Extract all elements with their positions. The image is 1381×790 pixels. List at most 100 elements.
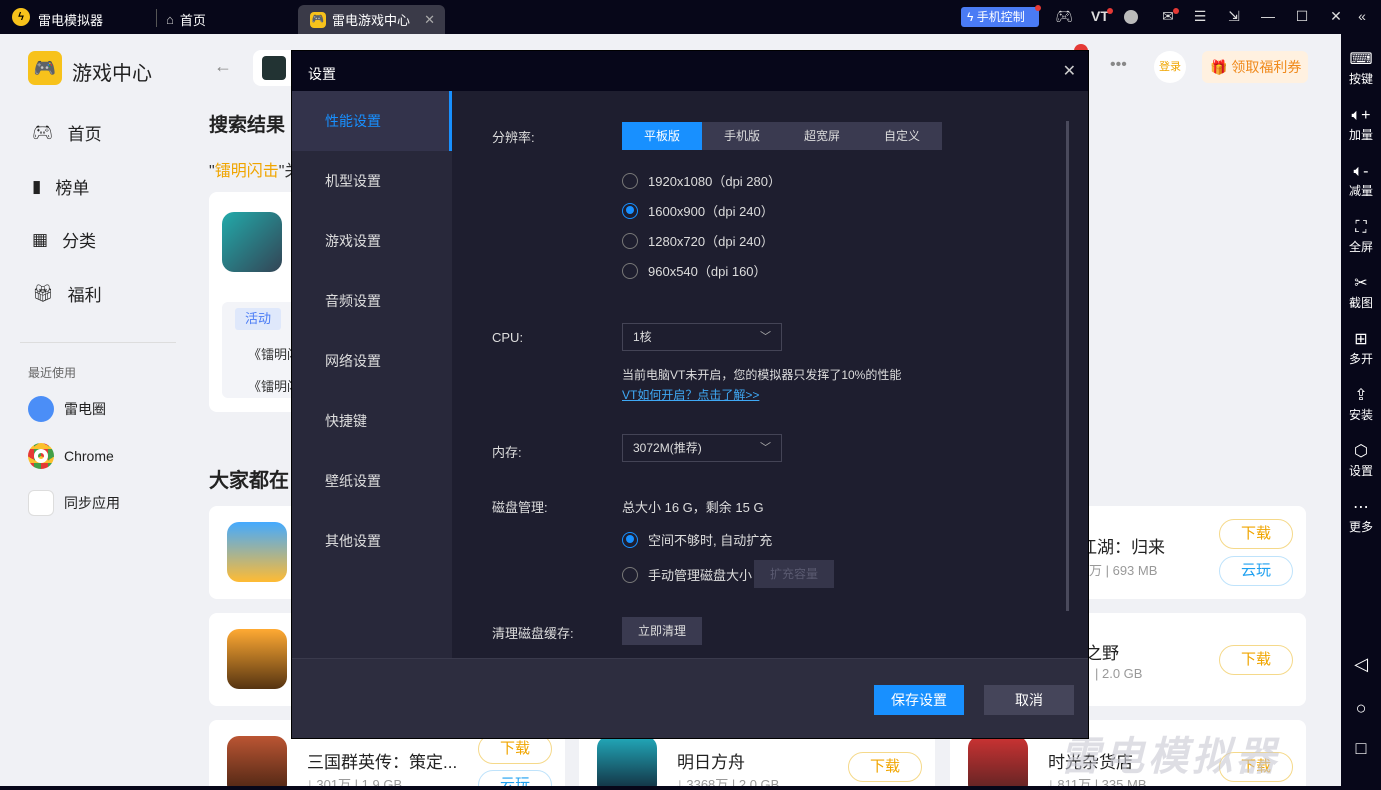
menu-other[interactable]: 其他设置 xyxy=(292,511,452,571)
resolution-tabs: 平板版 手机版 超宽屏 自定义 xyxy=(622,122,942,150)
volume-down-button[interactable]: 🔈︎- 减量 xyxy=(1341,162,1381,199)
install-apk-button[interactable]: ⇪ 安装 xyxy=(1341,386,1381,423)
tab-tablet[interactable]: 平板版 xyxy=(622,122,702,150)
recent-item-sync[interactable]: 同步应用 xyxy=(28,490,120,516)
performance-settings: 分辨率: 平板版 手机版 超宽屏 自定义 1920x1080（dpi 280） … xyxy=(452,91,1088,658)
resolution-option[interactable]: 960x540（dpi 160） xyxy=(622,261,767,280)
sidebar-item-welfare[interactable]: 🎁︎ 福利 xyxy=(32,281,102,306)
radio-button-selected[interactable] xyxy=(622,202,638,219)
home-button[interactable]: ○ xyxy=(1341,698,1381,719)
collapse-icon[interactable]: « xyxy=(1352,8,1372,26)
tab-ultrawide[interactable]: 超宽屏 xyxy=(782,122,862,150)
close-icon[interactable]: ✕ xyxy=(1326,8,1346,26)
phone-control-button[interactable]: ϟ 手机控制 xyxy=(961,7,1039,27)
save-button[interactable]: 保存设置 xyxy=(874,685,964,715)
cloud-play-button[interactable]: 云玩 xyxy=(1219,556,1293,586)
sidebar-item-home[interactable]: 🎮︎ 首页 xyxy=(32,120,102,145)
close-tab-icon[interactable]: ✕ xyxy=(424,12,435,28)
recents-button[interactable]: □ xyxy=(1341,738,1381,759)
cpu-select[interactable]: 1核 ﹀ xyxy=(622,323,782,351)
home-icon: ⌂ xyxy=(166,12,174,27)
menu-wallpaper[interactable]: 壁纸设置 xyxy=(292,451,452,511)
radio-button[interactable] xyxy=(622,566,638,583)
cancel-button[interactable]: 取消 xyxy=(984,685,1074,715)
download-button[interactable]: 下载 xyxy=(1219,645,1293,675)
settings-button[interactable]: ⬡ 设置 xyxy=(1341,442,1381,479)
resolution-option[interactable]: 1600x900（dpi 240） xyxy=(622,201,774,220)
recent-label: 最近使用 xyxy=(28,366,77,380)
coupon-button[interactable]: 🎁 领取福利券 xyxy=(1202,51,1308,83)
expand-capacity-button[interactable]: 扩充容量 xyxy=(754,560,834,588)
keymap-button[interactable]: ⌨ 按键 xyxy=(1341,50,1381,87)
radio-button[interactable] xyxy=(622,172,638,189)
download-button[interactable]: 下载 xyxy=(1219,519,1293,549)
sidebar-item-category[interactable]: ▦ 分类 xyxy=(32,227,96,252)
radio-button[interactable] xyxy=(622,232,638,249)
recent-item-label: 雷电圈 xyxy=(64,401,106,417)
tab-phone[interactable]: 手机版 xyxy=(702,122,782,150)
keyboard-icon: ⌨ xyxy=(1349,51,1373,68)
maximize-icon[interactable]: ☐ xyxy=(1292,8,1312,26)
menu-audio[interactable]: 音频设置 xyxy=(292,271,452,331)
fullscreen-button[interactable]: ⛶ 全屏 xyxy=(1341,218,1381,255)
sidebar-item-label: 福利 xyxy=(67,286,102,305)
radio-button[interactable] xyxy=(622,262,638,279)
resolution-option[interactable]: 1280x720（dpi 240） xyxy=(622,231,774,250)
toolbar-label: 更多 xyxy=(1348,520,1373,534)
tab-game-center[interactable]: 🎮 雷电游戏中心 ✕ xyxy=(298,5,445,34)
gamepad-icon: 🎮︎ xyxy=(32,122,54,142)
tab-home-label: 首页 xyxy=(179,13,206,28)
download-button[interactable]: 下载 xyxy=(848,752,922,782)
toolbar-label: 按键 xyxy=(1348,72,1373,86)
toolbar-label: 截图 xyxy=(1348,296,1373,310)
game-icon xyxy=(227,736,287,786)
divider xyxy=(20,342,176,343)
dialog-title: 设置 xyxy=(308,66,336,82)
more-icon[interactable]: ••• xyxy=(1110,56,1127,74)
login-button[interactable]: 登录 xyxy=(1154,51,1186,83)
toolbar-label: 全屏 xyxy=(1348,240,1373,254)
more-button[interactable]: ⋯ 更多 xyxy=(1341,498,1381,535)
menu-model[interactable]: 机型设置 xyxy=(292,151,452,211)
back-button[interactable]: ◁ xyxy=(1341,654,1381,675)
app-logo-icon: ϟ xyxy=(12,8,30,26)
recents-square-icon: □ xyxy=(1355,738,1367,758)
back-arrow-icon[interactable]: ← xyxy=(214,56,232,77)
recent-item-chrome[interactable]: Chrome xyxy=(28,443,114,469)
clear-cache-button[interactable]: 立即清理 xyxy=(622,617,702,645)
resize-icon[interactable]: ⇲ xyxy=(1224,8,1244,26)
radio-button-selected[interactable] xyxy=(622,531,638,548)
dialog-header: 设置 ✕ xyxy=(292,51,1088,91)
menu-shortcuts[interactable]: 快捷键 xyxy=(292,391,452,451)
menu-network[interactable]: 网络设置 xyxy=(292,331,452,391)
volume-down-icon: 🔈︎- xyxy=(1353,163,1369,180)
chrome-icon xyxy=(28,443,54,469)
sidebar-item-ranking[interactable]: ▮ 榜单 xyxy=(32,174,89,199)
minimize-icon[interactable]: — xyxy=(1258,8,1278,26)
tab-custom[interactable]: 自定义 xyxy=(862,122,942,150)
gamepad-icon[interactable]: 🎮︎ xyxy=(1054,8,1074,26)
disk-manual-option[interactable]: 手动管理磁盘大小 xyxy=(622,565,752,584)
memory-select[interactable]: 3072M(推荐) ﹀ xyxy=(622,434,782,462)
menu-game[interactable]: 游戏设置 xyxy=(292,211,452,271)
disk-label: 磁盘管理: xyxy=(492,500,548,515)
disk-auto-option[interactable]: 空间不够时, 自动扩充 xyxy=(622,530,772,549)
game-name: 江湖：归来 xyxy=(1080,538,1165,557)
game-icon xyxy=(968,736,1028,786)
close-icon[interactable]: ✕ xyxy=(1063,61,1076,81)
gamepad-icon: 🎮 xyxy=(310,11,326,28)
screenshot-button[interactable]: ✂ 截图 xyxy=(1341,274,1381,311)
tab-home[interactable]: ⌂ 首页 xyxy=(166,5,206,34)
resolution-option[interactable]: 1920x1080（dpi 280） xyxy=(622,171,781,190)
cloud-play-button[interactable]: 云玩 xyxy=(478,770,552,786)
recent-item-leidianquan[interactable]: 雷电圈 xyxy=(28,396,106,422)
volume-up-button[interactable]: 🔈︎+ 加量 xyxy=(1341,106,1381,143)
avatar-icon[interactable] xyxy=(1124,10,1138,24)
lightning-icon: ϟ xyxy=(967,10,974,24)
app-name: 雷电模拟器 xyxy=(38,13,104,28)
vt-help-link[interactable]: VT如何开启？点击了解>> xyxy=(622,386,759,403)
scrollbar[interactable] xyxy=(1066,121,1069,611)
menu-icon[interactable]: ☰ xyxy=(1190,8,1210,26)
menu-performance[interactable]: 性能设置 xyxy=(292,91,452,151)
multi-instance-button[interactable]: ⊞ 多开 xyxy=(1341,330,1381,367)
